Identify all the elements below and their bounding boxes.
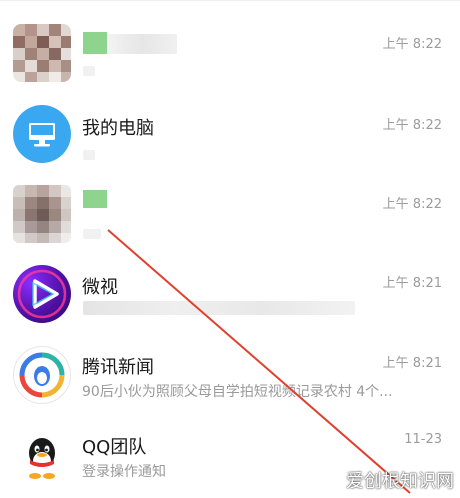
redacted-preview [83,301,355,315]
chat-time: 上午 8:22 [382,197,442,212]
redacted-name [83,190,107,208]
chat-item-weishi[interactable]: 微视 上午 8:21 [0,257,460,337]
chat-time: 上午 8:22 [382,118,442,133]
avatar [13,185,71,243]
chat-title: QQ团队 [82,437,147,458]
top-divider [0,0,460,6]
redacted-preview [83,229,101,239]
tencent-news-icon [13,346,71,404]
chat-title: 微视 [82,277,118,298]
chat-preview: 90后小伙为照顾父母自学拍短视频记录农村 4个... [82,384,393,400]
chat-time: 上午 8:21 [382,276,442,291]
chat-time: 11-23 [404,432,442,447]
redacted-preview [83,150,95,160]
chat-item-my-computer[interactable]: 我的电脑 上午 8:22 [0,97,460,177]
chat-item-tencent-news[interactable]: 腾讯新闻 90后小伙为照顾父母自学拍短视频记录农村 4个... 上午 8:21 [0,338,460,418]
chat-title: 我的电脑 [82,118,154,139]
chat-time: 上午 8:21 [382,356,442,371]
chat-item-1[interactable]: 上午 8:22 [0,14,460,94]
redacted-preview [83,66,95,76]
chat-time: 上午 8:22 [382,37,442,52]
qq-penguin-icon [13,428,71,486]
chat-preview: 登录操作通知 [82,464,166,480]
avatar [13,24,71,82]
redacted-name-tail [107,34,177,54]
computer-icon [13,105,71,163]
watermark-text: 爱创根知识网 [346,471,454,492]
chat-title: 腾讯新闻 [82,357,154,378]
redacted-name [83,32,107,54]
chat-item-3[interactable]: 上午 8:22 [0,177,460,257]
weishi-play-icon [13,265,71,323]
